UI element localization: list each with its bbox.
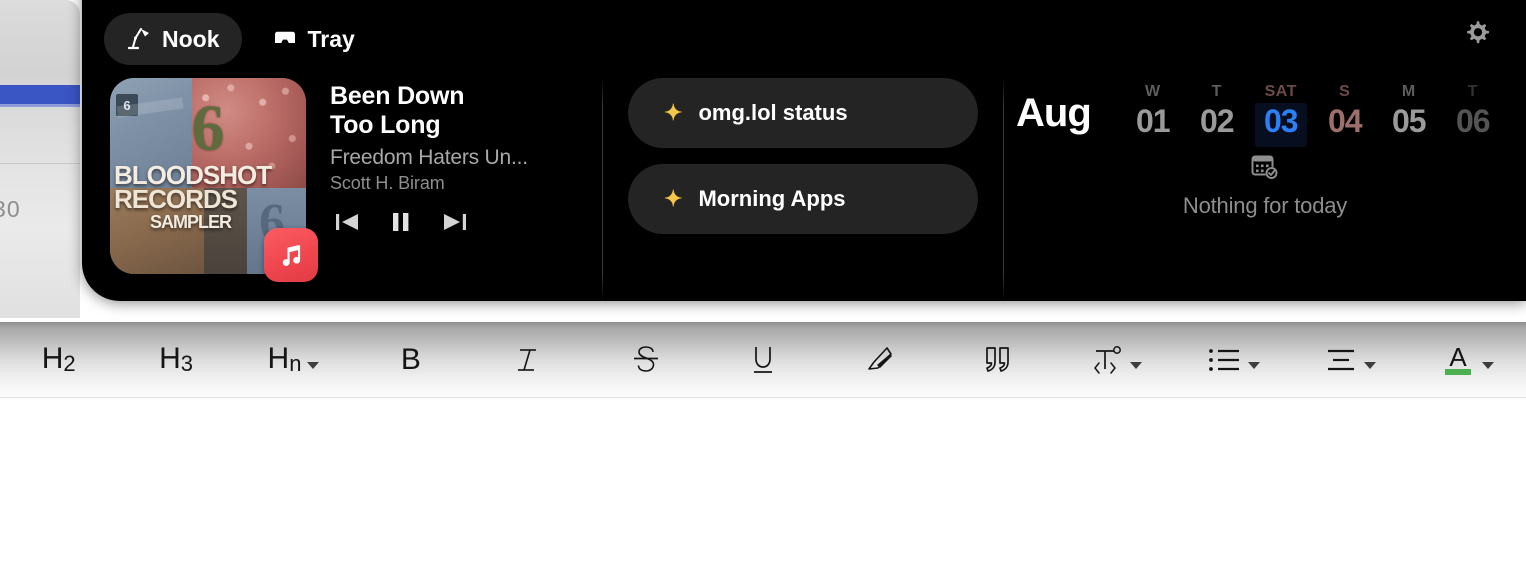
album-art-line2: RECORDS	[114, 184, 238, 215]
svg-text:A: A	[1450, 342, 1468, 372]
notch-content: 6 6 6 BLOODSHOT RECORDS SAMPLER Been Dow…	[82, 78, 1526, 301]
album-art-badge-number: 6	[116, 94, 138, 116]
calendar-day-today[interactable]: SAT 03	[1249, 83, 1313, 147]
tray-inbox-icon	[272, 26, 298, 52]
tab-tray-label: Tray	[307, 25, 355, 52]
chevron-down-icon	[1247, 362, 1260, 369]
apple-music-icon[interactable]	[264, 228, 318, 282]
calendar-day-number: 05	[1391, 103, 1427, 139]
editor-toolbar: H2 H3 Hn B A	[0, 322, 1526, 398]
settings-button[interactable]	[1460, 18, 1494, 52]
calendar-day[interactable]: T 06	[1441, 83, 1505, 140]
calendar-month: Aug	[1016, 91, 1092, 135]
track-artist: Scott H. Biram	[330, 173, 445, 193]
chevron-down-icon	[1363, 362, 1376, 369]
track-info: Been Down Too Long Freedom Haters Un... …	[330, 78, 528, 293]
notch-tab-bar: Nook Tray	[104, 13, 377, 65]
strikethrough-button[interactable]	[587, 322, 704, 398]
sparkles-icon: ✦	[664, 100, 683, 125]
background-window-date-range: 24 - 30	[0, 196, 21, 222]
calendar-day-of-week: M	[1401, 83, 1416, 100]
calendar-day-number: 03	[1263, 103, 1299, 139]
calendar-day[interactable]: T 02	[1185, 83, 1249, 140]
heading-2-label: H2	[41, 342, 76, 376]
chevron-down-icon	[1130, 362, 1143, 369]
calendar-day-of-week: SAT	[1264, 83, 1297, 100]
desk-lamp-icon	[126, 26, 152, 52]
gear-icon	[1462, 18, 1492, 53]
now-playing-widget: 6 6 6 BLOODSHOT RECORDS SAMPLER Been Dow…	[82, 78, 602, 293]
tab-nook[interactable]: Nook	[104, 13, 242, 65]
bullet-list-icon	[1206, 345, 1242, 375]
quote-icon	[981, 343, 1015, 377]
underline-icon	[748, 343, 778, 377]
text-color-icon: A	[1440, 341, 1476, 379]
bold-label: B	[400, 342, 421, 376]
chevron-down-icon	[307, 362, 320, 369]
calendar-days: W 01 T 02 SAT 03 S 04 M 05 T 06	[1121, 83, 1505, 147]
track-title-line2: Too Long	[330, 111, 441, 139]
calendar-day-number: 01	[1135, 103, 1171, 139]
bold-button[interactable]: B	[352, 322, 469, 398]
album-art-wrapper[interactable]: 6 6 6 BLOODSHOT RECORDS SAMPLER	[110, 78, 318, 282]
italic-icon	[513, 343, 543, 377]
bullet-list-button[interactable]	[1174, 322, 1291, 398]
shortcut-label: omg.lol status	[698, 100, 848, 125]
background-window-divider	[0, 163, 80, 164]
underline-button[interactable]	[704, 322, 821, 398]
chevron-down-icon	[1482, 362, 1495, 369]
sparkles-icon: ✦	[664, 186, 683, 211]
heading-3-label: H3	[159, 342, 194, 376]
align-button[interactable]	[1291, 322, 1408, 398]
track-title-line1: Been Down	[330, 82, 465, 110]
calendar-check-icon	[1250, 152, 1280, 187]
highlighter-icon	[863, 343, 897, 377]
shortcuts-widget: ✦ omg.lol status ✦ Morning Apps	[603, 78, 1003, 234]
calendar-empty-state: Nothing for today	[1004, 152, 1526, 219]
calendar-day[interactable]: S 04	[1313, 83, 1377, 140]
background-window-left[interactable]: 24 - 30	[0, 0, 80, 318]
previous-track-button[interactable]	[334, 210, 360, 234]
calendar-day-of-week: T	[1211, 83, 1222, 100]
album-art-text: BLOODSHOT RECORDS SAMPLER	[110, 162, 306, 231]
calendar-day-of-week: W	[1144, 83, 1161, 100]
strikethrough-icon	[630, 343, 662, 377]
transport-controls	[330, 210, 528, 234]
calendar-empty-text: Nothing for today	[1182, 193, 1348, 218]
calendar-day-number: 04	[1327, 103, 1363, 139]
shortcut-omg-lol-status[interactable]: ✦ omg.lol status	[628, 78, 978, 148]
next-track-button[interactable]	[442, 210, 468, 234]
heading-n-button[interactable]: Hn	[235, 322, 352, 398]
track-album: Freedom Haters Un...	[330, 146, 528, 169]
calendar-day-of-week: S	[1339, 83, 1351, 100]
shortcut-morning-apps[interactable]: ✦ Morning Apps	[628, 164, 978, 234]
shortcut-label: Morning Apps	[698, 186, 846, 211]
calendar-day[interactable]: M 05	[1377, 83, 1441, 140]
calendar-day-of-week: T	[1467, 83, 1478, 100]
tab-nook-label: Nook	[162, 25, 220, 52]
text-color-button[interactable]: A	[1409, 322, 1526, 398]
album-art-big-number: 6	[191, 91, 225, 165]
heading-3-button[interactable]: H3	[117, 322, 234, 398]
tab-tray[interactable]: Tray	[250, 13, 377, 65]
background-window-blue-bar	[0, 85, 80, 107]
calendar-day[interactable]: W 01	[1121, 83, 1185, 140]
notchnook-panel: Nook Tray 6 6 6 BLOODSHOT RECORDS SAMPLE…	[82, 0, 1526, 301]
align-icon	[1324, 345, 1358, 375]
text-format-icon	[1088, 343, 1124, 377]
italic-button[interactable]	[470, 322, 587, 398]
text-style-button[interactable]	[1057, 322, 1174, 398]
highlight-button[interactable]	[822, 322, 939, 398]
calendar-strip: Aug W 01 T 02 SAT 03 S 04 M 05 T 06	[1016, 56, 1526, 147]
pause-button[interactable]	[390, 210, 412, 234]
calendar-day-number: 02	[1199, 103, 1235, 139]
calendar-day-number: 06	[1455, 103, 1491, 139]
blockquote-button[interactable]	[939, 322, 1056, 398]
heading-2-button[interactable]: H2	[0, 322, 117, 398]
heading-n-label: Hn	[267, 342, 302, 376]
